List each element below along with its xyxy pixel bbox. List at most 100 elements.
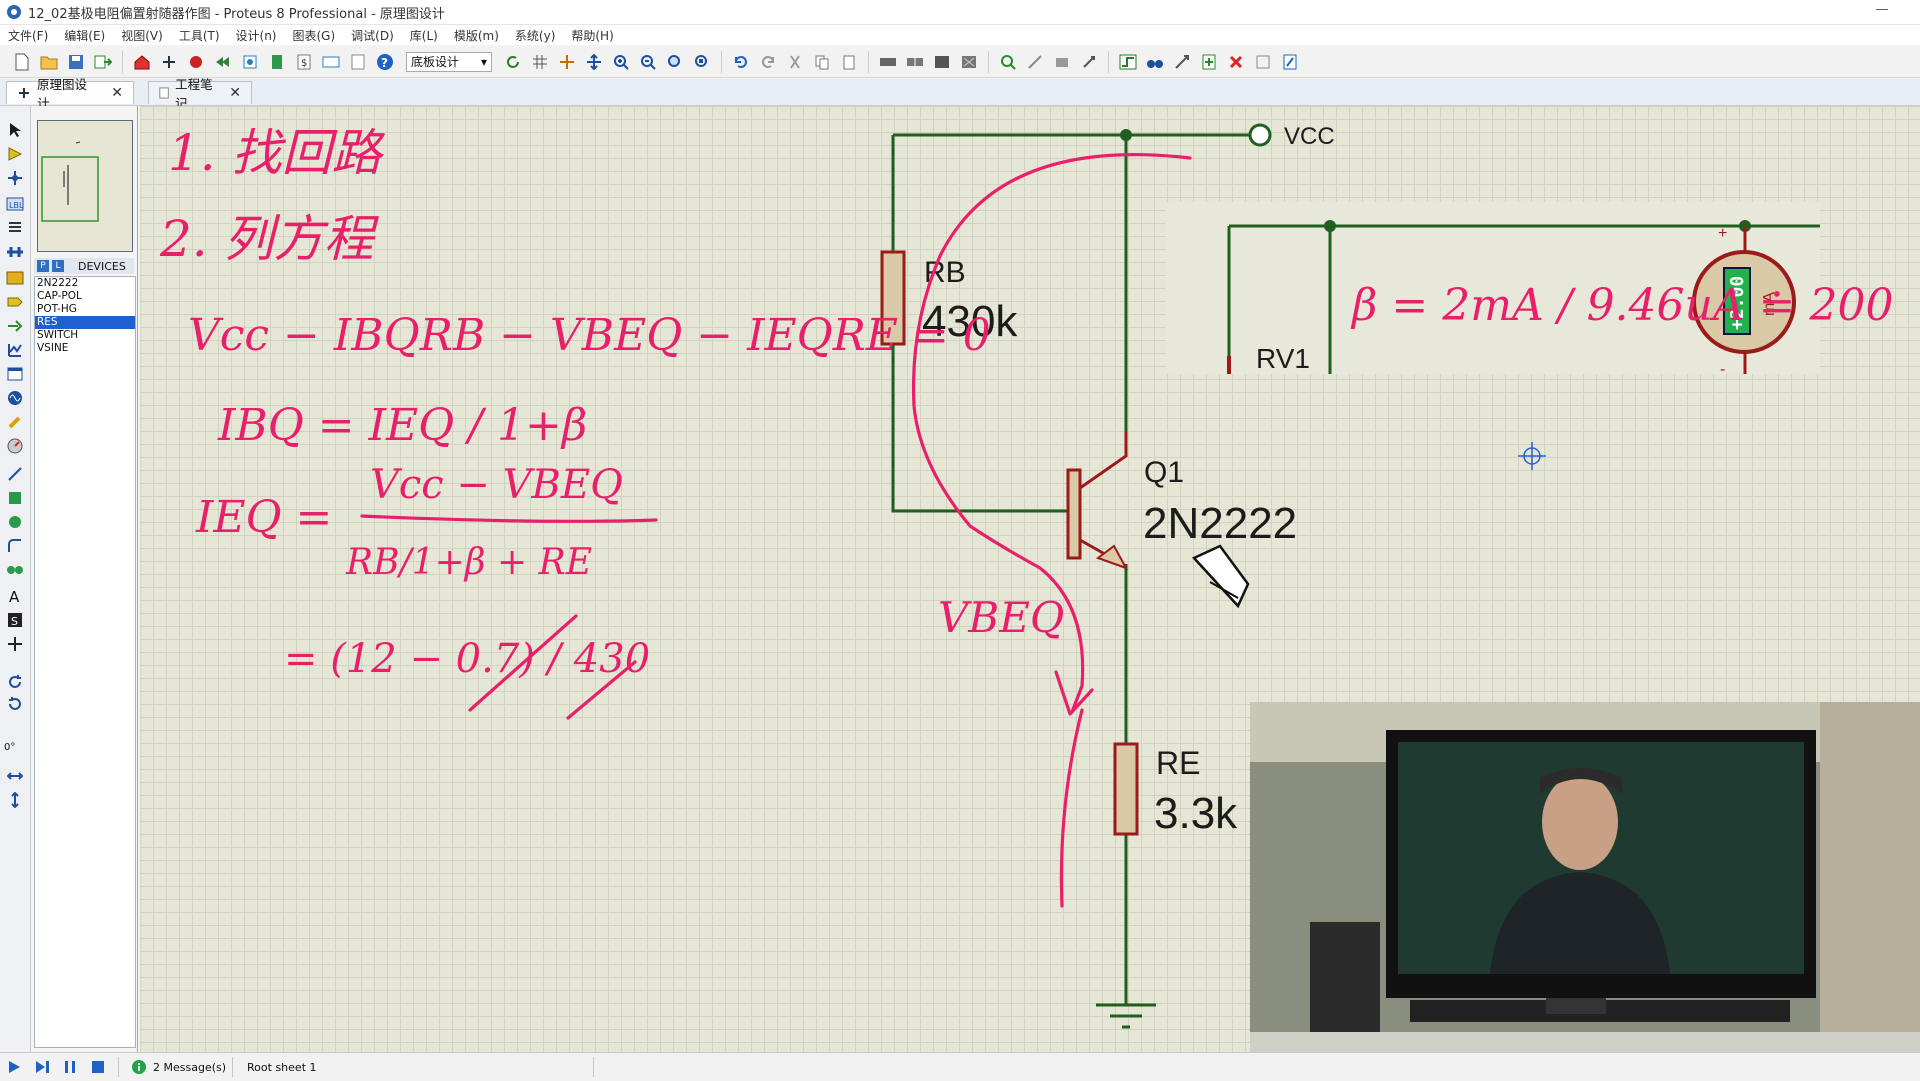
- block-move-icon[interactable]: [903, 50, 927, 74]
- terminal-icon[interactable]: [4, 292, 26, 312]
- undo-icon[interactable]: [729, 50, 753, 74]
- copy-icon[interactable]: [810, 50, 834, 74]
- tab-project-notes[interactable]: 工程笔记 ✕: [148, 77, 252, 111]
- wire-autorouter-icon[interactable]: [1116, 50, 1140, 74]
- device-item-pot-hg[interactable]: POT-HG: [35, 303, 135, 316]
- package-tool-icon[interactable]: [1050, 50, 1074, 74]
- text-tool-icon[interactable]: A: [4, 586, 26, 606]
- path-tool-icon[interactable]: [4, 560, 26, 580]
- pause-icon[interactable]: [56, 1056, 84, 1078]
- tab-schematic[interactable]: 原理图设计 ✕: [6, 77, 134, 111]
- pick-devices-button[interactable]: P: [37, 260, 49, 272]
- transistor-q1[interactable]: [1066, 432, 1129, 570]
- marker-tool-icon[interactable]: [4, 634, 26, 654]
- source-code-icon[interactable]: [319, 50, 343, 74]
- device-item-vsine[interactable]: VSINE: [35, 342, 135, 355]
- cost-icon[interactable]: $: [292, 50, 316, 74]
- decompose-icon[interactable]: [1077, 50, 1101, 74]
- menu-graph[interactable]: 图表(G): [285, 27, 344, 44]
- menu-file[interactable]: 文件(F): [0, 27, 56, 44]
- new-file-icon[interactable]: [10, 50, 34, 74]
- messages-count[interactable]: 2 Message(s): [153, 1061, 226, 1074]
- block-rotate-icon[interactable]: [930, 50, 954, 74]
- menu-help[interactable]: 帮助(H): [563, 27, 621, 44]
- open-folder-icon[interactable]: [37, 50, 61, 74]
- minimize-button[interactable]: —: [1872, 2, 1892, 17]
- menu-system[interactable]: 系统(y): [507, 27, 563, 44]
- pcb-icon[interactable]: [184, 50, 208, 74]
- search-tag-icon[interactable]: [1143, 50, 1167, 74]
- menu-tools[interactable]: 工具(T): [171, 27, 228, 44]
- vcc-terminal[interactable]: [1248, 123, 1272, 147]
- close-icon[interactable]: ✕: [229, 85, 241, 101]
- design-explorer-icon[interactable]: [265, 50, 289, 74]
- delete-sheet-icon[interactable]: [1224, 50, 1248, 74]
- home-icon[interactable]: [130, 50, 154, 74]
- notes-icon[interactable]: [346, 50, 370, 74]
- refresh-icon[interactable]: [501, 50, 525, 74]
- paste-icon[interactable]: [837, 50, 861, 74]
- tape-recorder-icon[interactable]: [4, 364, 26, 384]
- voltage-probe-icon[interactable]: [4, 412, 26, 432]
- exit-parent-icon[interactable]: [1251, 50, 1275, 74]
- zoom-all-icon[interactable]: [663, 50, 687, 74]
- electrical-check-icon[interactable]: [1278, 50, 1302, 74]
- stop-icon[interactable]: [84, 1056, 112, 1078]
- schematic-canvas[interactable]: VCC RB 430k Q1 2N2222 RE 3.3k RV1 +2.00 …: [140, 106, 1920, 1052]
- pan-icon[interactable]: [582, 50, 606, 74]
- circle-tool-icon[interactable]: [4, 512, 26, 532]
- overview-window[interactable]: [37, 120, 133, 252]
- close-icon[interactable]: ✕: [111, 85, 123, 101]
- schematic-icon[interactable]: [157, 50, 181, 74]
- import-icon[interactable]: [91, 50, 115, 74]
- arc-tool-icon[interactable]: [4, 536, 26, 556]
- pick-device-icon[interactable]: [996, 50, 1020, 74]
- origin-icon[interactable]: [555, 50, 579, 74]
- device-item-2n2222[interactable]: 2N2222: [35, 277, 135, 290]
- block-delete-icon[interactable]: [957, 50, 981, 74]
- new-sheet-icon[interactable]: [1197, 50, 1221, 74]
- wire-label-icon[interactable]: LBL: [4, 194, 26, 214]
- generator-icon[interactable]: [4, 388, 26, 408]
- help-icon[interactable]: ?: [373, 50, 397, 74]
- redo-icon[interactable]: [756, 50, 780, 74]
- zoom-area-icon[interactable]: [690, 50, 714, 74]
- rotate-clockwise-icon[interactable]: [4, 672, 26, 692]
- selection-mode-icon[interactable]: [4, 120, 26, 140]
- step-icon[interactable]: [28, 1056, 56, 1078]
- layer-select[interactable]: 底板设计 ▾: [406, 51, 492, 72]
- component-mode-icon[interactable]: [4, 144, 26, 164]
- virtual-instrument-icon[interactable]: [4, 436, 26, 456]
- device-item-cap-pol[interactable]: CAP-POL: [35, 290, 135, 303]
- graph-icon[interactable]: [4, 340, 26, 360]
- mirror-vertical-icon[interactable]: [4, 790, 26, 810]
- zoom-in-icon[interactable]: [609, 50, 633, 74]
- junction-dot-icon[interactable]: [4, 168, 26, 188]
- device-pin-icon[interactable]: [4, 316, 26, 336]
- rewind-icon[interactable]: [211, 50, 235, 74]
- device-item-res[interactable]: RES: [35, 316, 135, 329]
- grid-icon[interactable]: [528, 50, 552, 74]
- save-icon[interactable]: [64, 50, 88, 74]
- box-tool-icon[interactable]: [4, 488, 26, 508]
- menu-template[interactable]: 模版(m): [446, 27, 507, 44]
- menu-debug[interactable]: 调试(D): [343, 27, 402, 44]
- menu-view[interactable]: 视图(V): [113, 27, 171, 44]
- subcircuit-icon[interactable]: [4, 268, 26, 288]
- cut-icon[interactable]: [783, 50, 807, 74]
- line-tool-icon[interactable]: [4, 464, 26, 484]
- bom-icon[interactable]: [238, 50, 262, 74]
- mirror-horizontal-icon[interactable]: [4, 766, 26, 786]
- menu-design[interactable]: 设计(n): [228, 27, 285, 44]
- library-manager-button[interactable]: L: [52, 260, 64, 272]
- make-device-icon[interactable]: [1023, 50, 1047, 74]
- play-icon[interactable]: [0, 1056, 28, 1078]
- property-tool-icon[interactable]: [1170, 50, 1194, 74]
- rotate-anticlockwise-icon[interactable]: [4, 694, 26, 714]
- device-item-switch[interactable]: SWITCH: [35, 329, 135, 342]
- info-icon[interactable]: [125, 1056, 153, 1078]
- menu-edit[interactable]: 编辑(E): [56, 27, 113, 44]
- bus-icon[interactable]: [4, 242, 26, 262]
- text-script-icon[interactable]: [4, 218, 26, 238]
- symbol-tool-icon[interactable]: S: [4, 610, 26, 630]
